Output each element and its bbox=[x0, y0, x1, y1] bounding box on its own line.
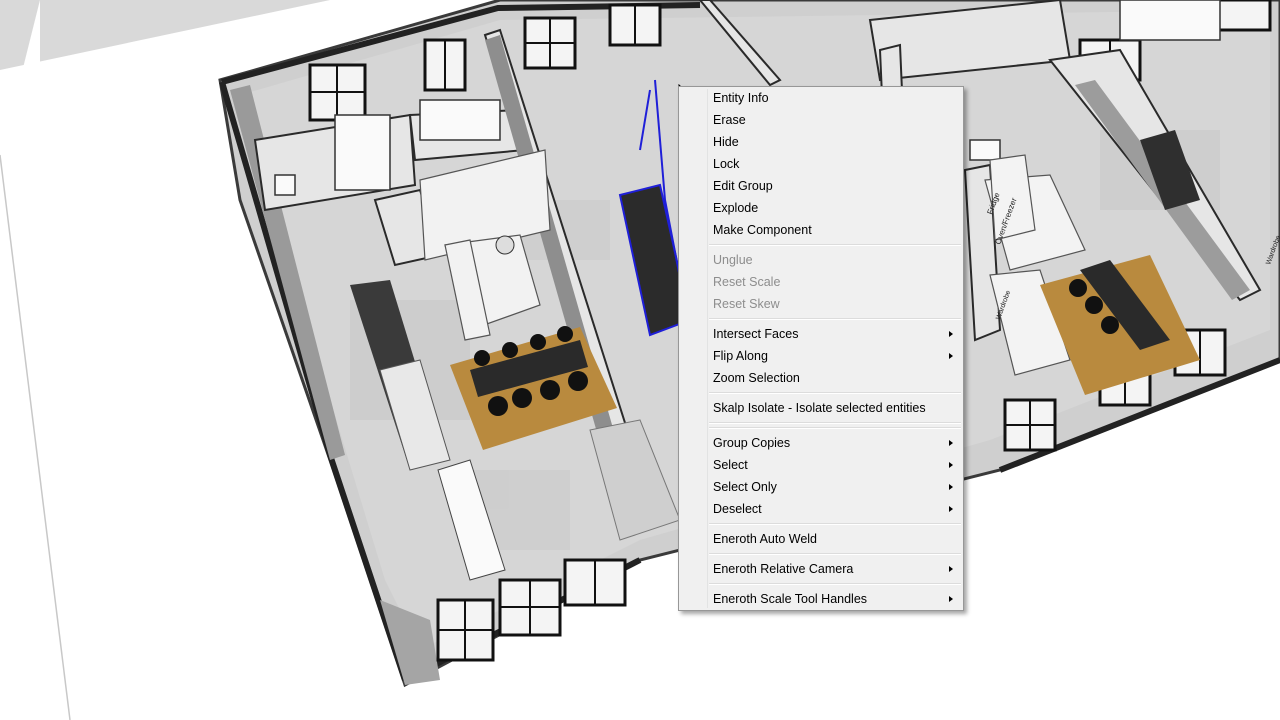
menu-item-label: Erase bbox=[713, 113, 746, 127]
menu-item-label: Group Copies bbox=[713, 436, 791, 450]
menu-item-label: Eneroth Scale Tool Handles bbox=[713, 592, 868, 606]
menu-item-skalp-isolate-isolate-selected-entities[interactable]: Skalp Isolate - Isolate selected entitie… bbox=[679, 397, 963, 419]
menu-separator bbox=[709, 244, 961, 246]
menu-item-intersect-faces[interactable]: Intersect Faces bbox=[679, 323, 963, 345]
menu-item-label: Skalp Isolate - Isolate selected entitie… bbox=[713, 401, 926, 415]
menu-item-label: Select Only bbox=[713, 480, 777, 494]
menu-separator bbox=[709, 392, 961, 394]
menu-item-eneroth-auto-weld[interactable]: Eneroth Auto Weld bbox=[679, 528, 963, 550]
menu-item-label: Eneroth Relative Camera bbox=[713, 562, 854, 576]
menu-item-entity-info[interactable]: Entity Info bbox=[679, 87, 963, 109]
submenu-arrow-icon bbox=[949, 596, 953, 602]
menu-item-label: Reset Skew bbox=[713, 297, 780, 311]
menu-item-label: Eneroth Auto Weld bbox=[713, 532, 818, 546]
menu-item-label: Explode bbox=[713, 201, 759, 215]
menu-item-label: Reset Scale bbox=[713, 275, 781, 289]
menu-separator bbox=[709, 583, 961, 585]
menu-separator bbox=[709, 553, 961, 555]
model-viewport[interactable]: Oven/Freezer Fridge Wardrobe Wardrobe bbox=[0, 0, 1280, 720]
menu-item-select[interactable]: Select bbox=[679, 454, 963, 476]
submenu-arrow-icon bbox=[949, 462, 953, 468]
submenu-arrow-icon bbox=[949, 566, 953, 572]
menu-separator bbox=[709, 427, 961, 429]
menu-item-lock[interactable]: Lock bbox=[679, 153, 963, 175]
menu-item-reset-scale: Reset Scale bbox=[679, 271, 963, 293]
submenu-arrow-icon bbox=[949, 506, 953, 512]
menu-item-label: Select bbox=[713, 458, 748, 472]
menu-item-reset-skew: Reset Skew bbox=[679, 293, 963, 315]
menu-item-edit-group[interactable]: Edit Group bbox=[679, 175, 963, 197]
menu-item-erase[interactable]: Erase bbox=[679, 109, 963, 131]
menu-item-make-component[interactable]: Make Component bbox=[679, 219, 963, 241]
context-menu: Entity Info Erase Hide Lock Edit Group Explod… bbox=[678, 86, 964, 611]
menu-item-eneroth-relative-camera[interactable]: Eneroth Relative Camera bbox=[679, 558, 963, 580]
menu-item-label: Edit Group bbox=[713, 179, 773, 193]
menu-item-deselect[interactable]: Deselect bbox=[679, 498, 963, 520]
menu-item-label: Hide bbox=[713, 135, 739, 149]
menu-separator bbox=[709, 318, 961, 320]
menu-item-eneroth-scale-tool-handles[interactable]: Eneroth Scale Tool Handles bbox=[679, 588, 963, 610]
submenu-arrow-icon bbox=[949, 353, 953, 359]
menu-item-label: Unglue bbox=[713, 253, 753, 267]
submenu-arrow-icon bbox=[949, 331, 953, 337]
menu-item-label: Flip Along bbox=[713, 349, 768, 363]
menu-item-explode[interactable]: Explode bbox=[679, 197, 963, 219]
menu-item-zoom-selection[interactable]: Zoom Selection bbox=[679, 367, 963, 389]
menu-item-label: Entity Info bbox=[713, 91, 769, 105]
menu-item-label: Lock bbox=[713, 157, 740, 171]
menu-item-select-only[interactable]: Select Only bbox=[679, 476, 963, 498]
menu-separator bbox=[709, 422, 961, 424]
submenu-arrow-icon bbox=[949, 484, 953, 490]
menu-item-label: Zoom Selection bbox=[713, 371, 800, 385]
menu-item-group-copies[interactable]: Group Copies bbox=[679, 432, 963, 454]
menu-item-label: Intersect Faces bbox=[713, 327, 799, 341]
menu-separator bbox=[709, 523, 961, 525]
menu-item-flip-along[interactable]: Flip Along bbox=[679, 345, 963, 367]
menu-item-unglue: Unglue bbox=[679, 249, 963, 271]
menu-item-hide[interactable]: Hide bbox=[679, 131, 963, 153]
menu-item-label: Deselect bbox=[713, 502, 762, 516]
menu-item-label: Make Component bbox=[713, 223, 812, 237]
submenu-arrow-icon bbox=[949, 440, 953, 446]
